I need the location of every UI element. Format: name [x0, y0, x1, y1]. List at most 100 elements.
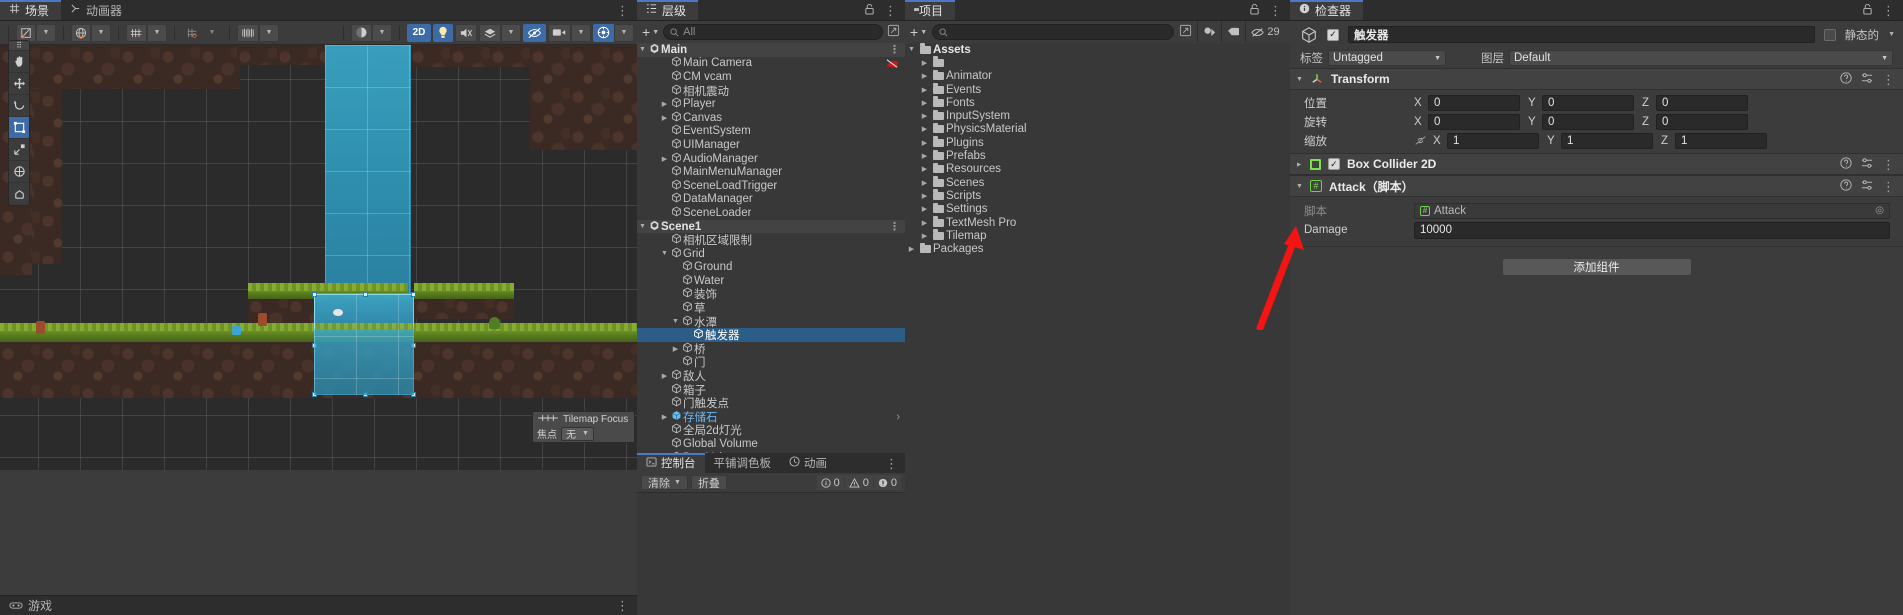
add-component-button[interactable]: 添加组件: [1501, 258, 1692, 276]
tab-hierarchy[interactable]: 层级: [637, 0, 699, 20]
chevron-right-icon[interactable]: ▶: [659, 155, 670, 163]
filter-by-label-icon[interactable]: [1221, 22, 1245, 42]
project-search-expand-icon[interactable]: [1179, 24, 1192, 40]
chevron-right-icon[interactable]: ▶: [918, 86, 931, 94]
project-item-TextMesh Pro[interactable]: ▶ TextMesh Pro: [905, 216, 1290, 229]
info-counter[interactable]: 0: [816, 475, 844, 490]
chevron-right-icon[interactable]: ▶: [659, 114, 670, 122]
script-object-field[interactable]: # Attack ◎: [1414, 202, 1890, 219]
tab-game[interactable]: 游戏: [0, 596, 64, 615]
hierarchy-item-UIManager[interactable]: UIManager: [637, 138, 905, 152]
project-item-Events[interactable]: ▶ Events: [905, 83, 1290, 96]
grid-opacity-dropdown[interactable]: ▼: [259, 23, 279, 42]
project-item-Plugins[interactable]: ▶ Plugins: [905, 136, 1290, 149]
chevron-down-icon[interactable]: ▼: [637, 46, 648, 53]
object-enabled-checkbox[interactable]: ✓: [1327, 28, 1339, 41]
layer-dropdown[interactable]: Default ▼: [1509, 50, 1893, 66]
chevron-right-icon[interactable]: ▶: [918, 72, 931, 80]
hierarchy-item-Ground[interactable]: Ground: [637, 260, 905, 275]
camera-settings-dropdown[interactable]: ▼: [571, 23, 591, 42]
transform-旋转-z-input[interactable]: 0: [1656, 113, 1748, 130]
scene-viewport[interactable]: Tilemap Focus 焦点 无 ▼: [0, 45, 637, 470]
chevron-right-icon[interactable]: ▶: [918, 112, 931, 120]
tab-project[interactable]: 项目: [905, 0, 956, 20]
hierarchy-item-Main Camera[interactable]: Main Camera: [637, 57, 905, 71]
chevron-right-icon[interactable]: ▶: [670, 345, 681, 353]
lock-icon[interactable]: [864, 3, 875, 18]
camera-off-icon[interactable]: [885, 58, 900, 69]
project-create-button[interactable]: + ▼: [910, 25, 927, 39]
snap-increment-dropdown[interactable]: ▼: [202, 24, 222, 42]
gizmos-dropdown[interactable]: ▼: [614, 23, 634, 42]
game-menu-icon[interactable]: ⋮: [616, 598, 629, 613]
hierarchy-item-Main[interactable]: ▼ Main ⋮: [637, 43, 905, 57]
chevron-right-icon[interactable]: ▶: [659, 413, 670, 421]
tag-dropdown[interactable]: Untagged ▼: [1328, 50, 1446, 66]
console-tab-控制台[interactable]: 控制台: [637, 453, 705, 473]
hierarchy-item-箱子[interactable]: 箱子: [637, 383, 905, 397]
gizmos-icon[interactable]: [593, 23, 614, 42]
transform-位置-x-input[interactable]: 0: [1428, 94, 1520, 111]
hierarchy-item-桥[interactable]: ▶ 桥: [637, 342, 905, 356]
global-dropdown[interactable]: ▼: [91, 23, 111, 42]
tilemap-focus-overlay[interactable]: Tilemap Focus 焦点 无 ▼: [532, 411, 635, 443]
chevron-right-icon[interactable]: ▶: [918, 232, 931, 240]
project-item-Packages[interactable]: ▶ Packages: [905, 242, 1290, 255]
project-item-PhysicsMaterial[interactable]: ▶ PhysicsMaterial: [905, 122, 1290, 136]
fx-icon[interactable]: [479, 23, 501, 42]
hierarchy-item-Canvas[interactable]: ▶ Canvas: [637, 111, 905, 125]
hidden-count-badge[interactable]: 29: [1245, 22, 1285, 42]
filter-by-type-icon[interactable]: [1197, 22, 1221, 42]
attack-header[interactable]: ▼ # Attack（脚本） ⋮: [1290, 175, 1903, 197]
box-collider-help-icon[interactable]: [1840, 156, 1852, 172]
damage-input[interactable]: 10000: [1414, 221, 1890, 239]
inspector-menu-icon[interactable]: ⋮: [1882, 4, 1895, 17]
move-tool[interactable]: [9, 73, 29, 95]
warning-counter[interactable]: 0: [844, 475, 873, 490]
hierarchy-item-Global Volume[interactable]: Global Volume: [637, 437, 905, 451]
hierarchy-item-草[interactable]: 草: [637, 301, 905, 315]
hierarchy-search-input[interactable]: All: [663, 24, 883, 40]
scale-tool[interactable]: [9, 139, 29, 161]
hierarchy-item-相机震动[interactable]: 相机震动: [637, 84, 905, 98]
toggle-2d[interactable]: 2D: [407, 23, 431, 42]
hierarchy-item-Player[interactable]: ▶ Player: [637, 97, 905, 111]
pivot-dropdown[interactable]: ▼: [36, 23, 56, 42]
fx-group[interactable]: ▼: [479, 23, 521, 42]
object-picker-icon[interactable]: ◎: [1875, 205, 1884, 216]
chevron-right-icon[interactable]: ▶: [918, 219, 931, 227]
hierarchy-item-CM vcam[interactable]: CM vcam: [637, 70, 905, 84]
chevron-down-icon[interactable]: ▼: [659, 250, 670, 257]
camera-icon[interactable]: [548, 23, 571, 42]
project-search-input[interactable]: [932, 24, 1174, 40]
hierarchy-item-SceneLoadTrigger[interactable]: SceneLoadTrigger: [637, 179, 905, 193]
tab-scene[interactable]: 场景: [0, 0, 62, 20]
pivot-toggle-group[interactable]: ▼: [16, 23, 56, 42]
project-item-Assets[interactable]: ▼ Assets: [905, 43, 1290, 56]
snap-increment-group[interactable]: ▼: [182, 24, 222, 42]
chevron-right-icon[interactable]: ▶: [905, 245, 918, 253]
attack-preset-icon[interactable]: [1861, 179, 1873, 194]
project-lock-icon[interactable]: [1249, 3, 1260, 18]
transform-tool[interactable]: [9, 161, 29, 183]
transform-preset-icon[interactable]: [1861, 72, 1873, 87]
rotate-tool[interactable]: [9, 95, 29, 117]
transform-位置-z-input[interactable]: 0: [1656, 94, 1748, 111]
transform-旋转-y-input[interactable]: 0: [1542, 113, 1634, 130]
hierarchy-item-装饰[interactable]: 装饰: [637, 288, 905, 301]
hierarchy-item-Scene1[interactable]: ▼ Scene1 ⋮: [637, 219, 905, 234]
attack-menu-icon[interactable]: ⋮: [1882, 180, 1895, 193]
chevron-right-icon[interactable]: ▶: [918, 165, 931, 173]
project-item-Prefabs[interactable]: ▶ Prefabs: [905, 149, 1290, 162]
prefab-open-chevron-icon[interactable]: ›: [896, 411, 900, 423]
console-menu-icon[interactable]: ⋮: [885, 457, 898, 470]
grid-snap-icon[interactable]: [126, 23, 147, 42]
constrain-proportions-off-icon[interactable]: [1414, 135, 1427, 146]
chevron-right-icon[interactable]: ▶: [918, 192, 931, 200]
tab-inspector[interactable]: 检查器: [1290, 0, 1364, 20]
chevron-right-icon[interactable]: ▶: [918, 99, 931, 107]
scene-menu-icon[interactable]: ⋮: [889, 43, 900, 56]
hierarchy-item-MainMenuManager[interactable]: MainMenuManager: [637, 165, 905, 179]
box-collider-foldout-icon[interactable]: ▼: [1296, 161, 1303, 168]
toggle-hidden-objects[interactable]: [523, 23, 546, 42]
